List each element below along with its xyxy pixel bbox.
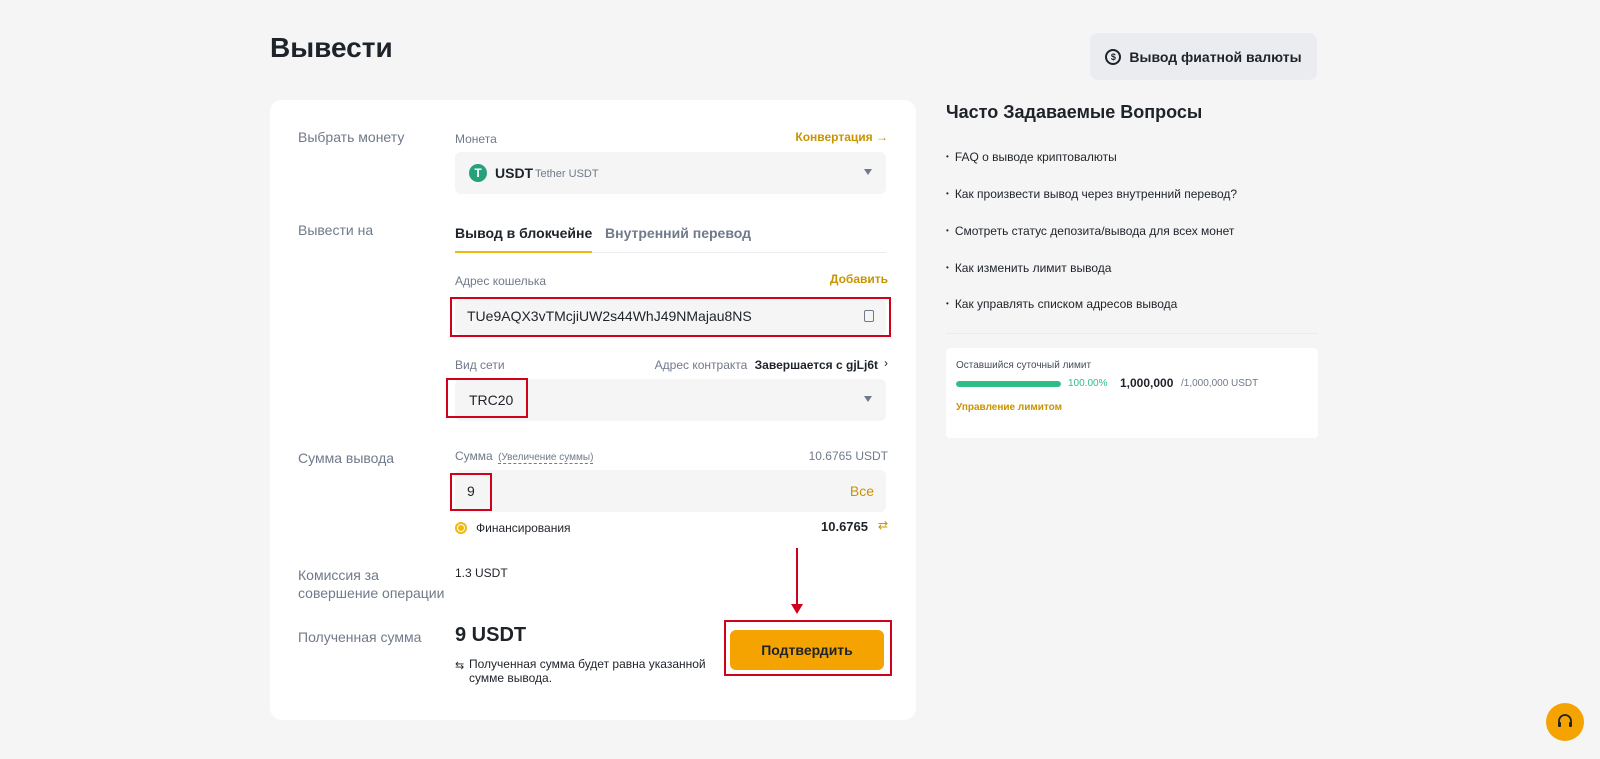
fee-value: 1.3 USDT <box>455 566 508 580</box>
funding-label: Финансирования <box>476 521 571 535</box>
fee-row-label: Комиссия за совершение операции <box>298 567 445 601</box>
limit-percent: 100.00% <box>1068 378 1108 389</box>
annotation-arrow-head <box>791 604 803 614</box>
headset-icon <box>1558 714 1572 727</box>
manage-limit-link[interactable]: Управление лимитом <box>956 402 1062 413</box>
withdraw-form-card: Выбрать монету Монета Конвертация → T US… <box>270 100 916 720</box>
increase-amount-link[interactable]: (Увеличение суммы) <box>498 452 594 464</box>
tab-internal-transfer[interactable]: Внутренний перевод <box>605 225 751 253</box>
convert-link[interactable]: Конвертация → <box>795 130 888 144</box>
daily-limit-card: Оставшийся суточный лимит 100.00% 1,000,… <box>946 348 1318 438</box>
limit-progress-bar <box>956 381 1061 387</box>
annotation-box-amount <box>450 473 492 511</box>
received-note: Полученная сумма будет равна указанной с… <box>469 657 706 685</box>
address-field-label: Адрес кошелька <box>455 274 547 288</box>
amount-field-label: Сумма (Увеличение суммы) <box>455 449 594 464</box>
limit-used: 1,000,000 <box>1120 376 1174 390</box>
swap-icon[interactable]: ⇄ <box>878 518 888 532</box>
caret-down-icon <box>864 396 872 402</box>
withdraw-tabs: Вывод в блокчейне Внутренний перевод <box>455 225 886 253</box>
annotation-arrow-line <box>796 548 798 606</box>
tab-blockchain[interactable]: Вывод в блокчейне <box>455 225 593 253</box>
coin-field-label: Монета <box>455 132 497 146</box>
available-balance: 10.6765 USDT <box>808 449 888 463</box>
coin-full-name: Tether USDT <box>535 168 599 180</box>
network-field-label: Вид сети <box>455 358 505 372</box>
funding-value: 10.6765 <box>821 519 868 534</box>
amount-row-label: Сумма вывода <box>298 450 395 466</box>
fiat-withdraw-button[interactable]: $ Вывод фиатной валюты <box>1090 33 1317 80</box>
withdraw-to-label: Вывести на <box>298 222 374 238</box>
faq-item[interactable]: Как управлять списком адресов вывода <box>946 297 1178 311</box>
coin-symbol: USDT <box>495 165 534 181</box>
coin-row-label: Выбрать монету <box>298 129 405 145</box>
fiat-withdraw-label: Вывод фиатной валюты <box>1129 48 1302 65</box>
faq-item[interactable]: FAQ о выводе криптовалюты <box>946 150 1117 164</box>
faq-item[interactable]: Как произвести вывод через внутренний пе… <box>946 187 1237 201</box>
faq-title: Часто Задаваемые Вопросы <box>946 102 1203 122</box>
annotation-box-network <box>446 378 528 418</box>
caret-down-icon <box>864 169 872 175</box>
limit-progress-fill <box>956 381 1061 387</box>
add-address-link[interactable]: Добавить <box>830 272 888 286</box>
all-button[interactable]: Все <box>850 483 874 499</box>
tether-icon: T <box>469 164 487 182</box>
funding-radio[interactable] <box>455 522 467 534</box>
faq-item[interactable]: Смотреть статус депозита/вывода для всех… <box>946 224 1235 238</box>
amount-input[interactable]: 9 Все <box>455 470 886 512</box>
annotation-box-confirm <box>724 620 892 676</box>
dollar-coin-icon: $ <box>1105 48 1122 65</box>
limit-total: /1,000,000 USDT <box>1181 378 1259 389</box>
faq-divider <box>946 333 1318 334</box>
page-title: Вывести <box>270 32 393 63</box>
arrows-icon: ⇆ <box>455 660 465 672</box>
support-chat-button[interactable] <box>1546 703 1584 741</box>
annotation-box-address <box>450 297 891 337</box>
contract-address[interactable]: Адрес контракта Завершается с gjLj6t <box>655 358 878 372</box>
received-row-label: Полученная сумма <box>298 629 422 645</box>
chevron-right-icon: › <box>884 356 888 370</box>
faq-item[interactable]: Как изменить лимит вывода <box>946 261 1112 275</box>
limit-title: Оставшийся суточный лимит <box>956 360 1092 371</box>
coin-select[interactable]: T USDT Tether USDT <box>455 152 886 194</box>
received-amount: 9 USDT <box>455 624 527 646</box>
